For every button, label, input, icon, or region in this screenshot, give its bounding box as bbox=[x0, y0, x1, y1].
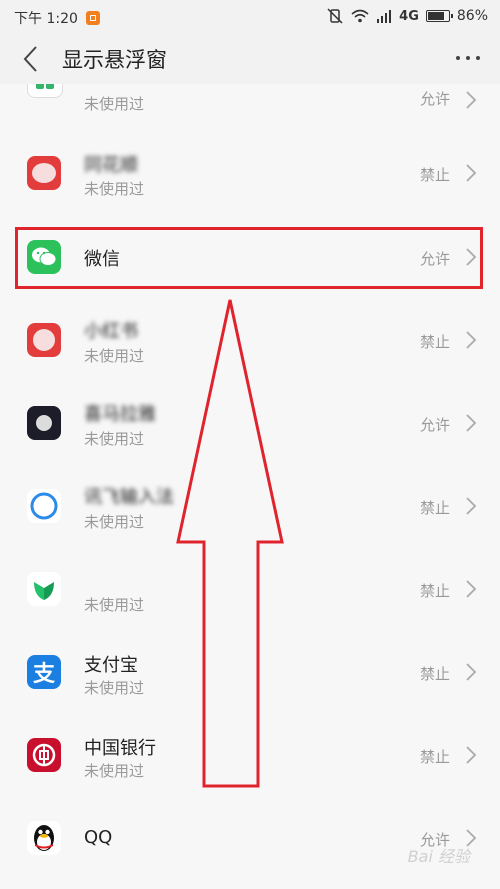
app-usage: 未使用过 bbox=[84, 95, 145, 113]
app-name: QQ bbox=[84, 827, 113, 848]
app-name: 中国银行 bbox=[84, 738, 156, 759]
permission-status[interactable]: 允许 bbox=[420, 414, 450, 435]
app-name: 讯飞输入法 bbox=[84, 487, 174, 508]
app-usage: 未使用过 bbox=[84, 679, 145, 697]
chevron-right-icon bbox=[466, 580, 477, 598]
app-row[interactable]: 同花顺 未使用过 禁止 bbox=[0, 133, 500, 216]
dark-app-icon bbox=[27, 406, 61, 440]
clock: 下午 1:20 bbox=[14, 11, 78, 27]
permission-status[interactable]: 禁止 bbox=[420, 580, 450, 601]
wifi-icon bbox=[351, 9, 369, 23]
app-name: 喜马拉雅 bbox=[84, 404, 156, 425]
wechat-highlight-box bbox=[15, 227, 483, 289]
app-usage: 未使用过 bbox=[84, 180, 145, 198]
alipay-icon: 支 bbox=[27, 655, 61, 689]
iflytek-icon bbox=[27, 489, 61, 523]
page-title: 显示悬浮窗 bbox=[62, 48, 167, 72]
qq-penguin-icon bbox=[27, 821, 61, 855]
back-arrow-icon[interactable] bbox=[18, 44, 46, 74]
green-blue-app-icon bbox=[27, 84, 63, 98]
chevron-right-icon bbox=[466, 497, 477, 515]
more-options-button[interactable] bbox=[444, 48, 480, 68]
chevron-right-icon bbox=[466, 331, 477, 349]
permission-status[interactable]: 允许 bbox=[420, 88, 450, 109]
mute-vibrate-icon bbox=[327, 8, 343, 24]
permission-status[interactable]: 禁止 bbox=[420, 164, 450, 185]
app-name: 小红书 bbox=[84, 321, 138, 342]
app-row[interactable]: QQ 允许 bbox=[0, 797, 500, 880]
battery-percent: 86% bbox=[456, 8, 488, 24]
signal-icon bbox=[377, 10, 392, 23]
chevron-right-icon bbox=[466, 746, 477, 764]
dot-icon bbox=[476, 56, 480, 60]
app-usage: 未使用过 bbox=[84, 596, 145, 614]
title-bar: 显示悬浮窗 bbox=[0, 34, 500, 84]
notification-icon bbox=[85, 11, 100, 25]
app-usage: 未使用过 bbox=[84, 430, 145, 448]
red-app-icon bbox=[27, 323, 61, 357]
green-leaf-icon bbox=[27, 572, 61, 606]
permission-status[interactable]: 禁止 bbox=[420, 331, 450, 352]
app-row[interactable]: 未使用过 允许 bbox=[0, 84, 500, 133]
battery-icon bbox=[425, 10, 453, 22]
dot-icon bbox=[466, 56, 470, 60]
app-name: 同花顺 bbox=[84, 155, 138, 176]
status-bar: 下午 1:20 4G 86% bbox=[0, 0, 500, 34]
app-name: 支付宝 bbox=[84, 655, 138, 676]
network-type: 4G bbox=[399, 8, 419, 24]
app-usage: 未使用过 bbox=[84, 762, 145, 780]
app-usage: 未使用过 bbox=[84, 513, 145, 531]
permission-status[interactable]: 禁止 bbox=[420, 746, 450, 767]
permission-status[interactable]: 禁止 bbox=[420, 663, 450, 684]
chevron-right-icon bbox=[466, 164, 477, 182]
dot-icon bbox=[456, 56, 460, 60]
up-arrow-annotation-icon bbox=[176, 299, 284, 788]
chevron-right-icon bbox=[466, 91, 477, 109]
watermark-text: Bai 经验 bbox=[407, 847, 470, 866]
chevron-right-icon bbox=[466, 663, 477, 681]
bank-of-china-icon bbox=[27, 738, 61, 772]
permission-status[interactable]: 禁止 bbox=[420, 497, 450, 518]
chevron-right-icon bbox=[466, 414, 477, 432]
app-usage: 未使用过 bbox=[84, 347, 145, 365]
red-app-icon bbox=[27, 156, 61, 190]
